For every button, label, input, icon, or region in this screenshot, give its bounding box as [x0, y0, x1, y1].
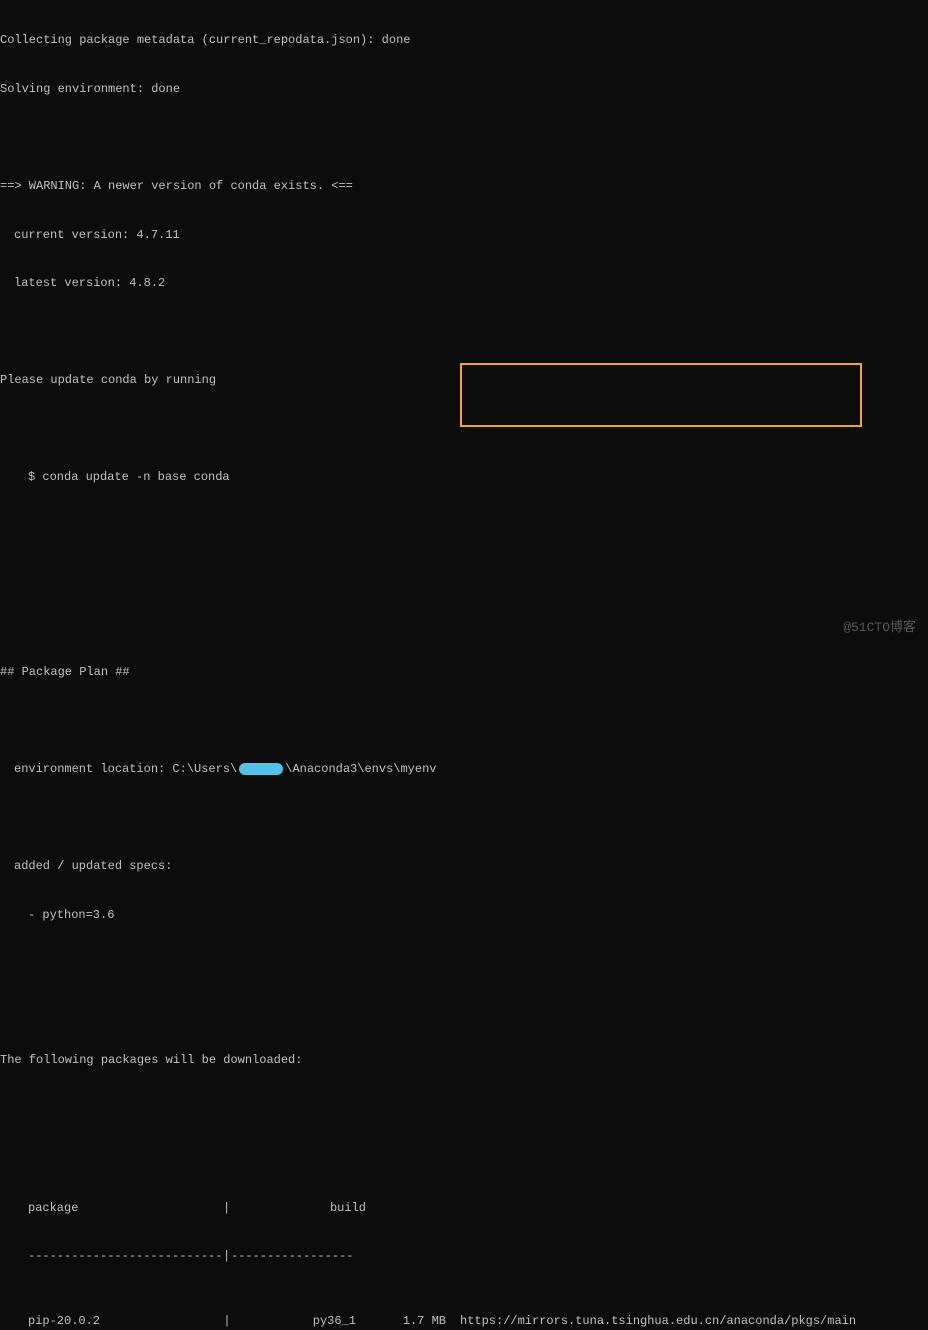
- row-url: https://mirrors.tuna.tsinghua.edu.cn/ana…: [460, 1313, 856, 1329]
- row-build: py36_1: [231, 1313, 356, 1329]
- current-version: current version: 4.7.11: [0, 227, 928, 243]
- update-command: $ conda update -n base conda: [0, 469, 928, 485]
- added-specs-label: added / updated specs:: [0, 858, 928, 874]
- package-plan-header: ## Package Plan ##: [0, 664, 928, 680]
- latest-version: latest version: 4.8.2: [0, 275, 928, 291]
- download-row: pip-20.0.2 | py36_1 1.7 MB https://mirro…: [28, 1313, 928, 1329]
- added-specs-item: - python=3.6: [0, 907, 928, 923]
- collecting-metadata: Collecting package metadata (current_rep…: [0, 32, 928, 48]
- warning-title: ==> WARNING: A newer version of conda ex…: [0, 178, 928, 194]
- terminal-output: Collecting package metadata (current_rep…: [0, 0, 928, 1330]
- th-separator: |: [223, 1200, 231, 1216]
- row-package: pip-20.0.2: [28, 1313, 223, 1329]
- download-table: package | build ------------------------…: [28, 1168, 928, 1330]
- table-divider: ---------------------------|------------…: [28, 1248, 928, 1264]
- th-build: build: [231, 1200, 366, 1216]
- watermark-text: @51CTO博客: [843, 619, 916, 637]
- row-size: 1.7 MB: [356, 1313, 446, 1329]
- redacted-username: [239, 763, 283, 775]
- update-prompt: Please update conda by running: [0, 372, 928, 388]
- solving-env: Solving environment: done: [0, 81, 928, 97]
- table-header-row: package | build: [28, 1200, 928, 1216]
- env-location: environment location: C:\Users\\Anaconda…: [0, 761, 928, 777]
- download-header: The following packages will be downloade…: [0, 1052, 928, 1068]
- th-package: package: [28, 1200, 223, 1216]
